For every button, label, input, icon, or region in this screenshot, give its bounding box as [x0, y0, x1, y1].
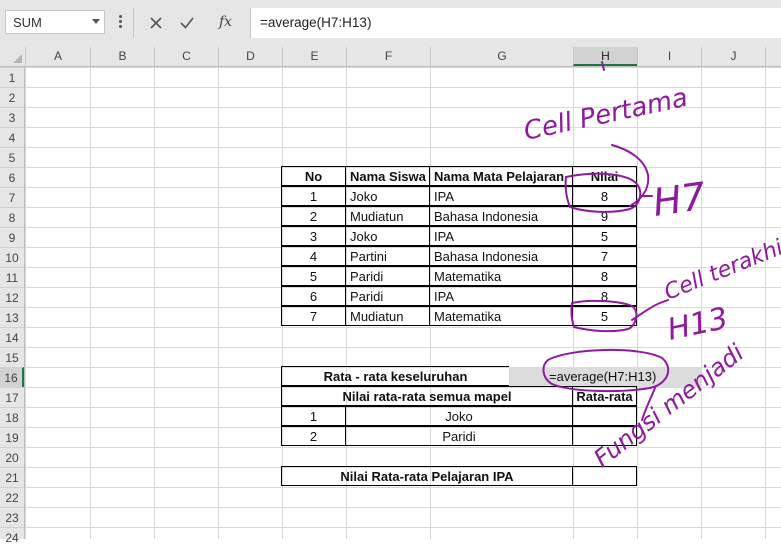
row-header[interactable]: 9	[0, 227, 24, 247]
row-header[interactable]: 8	[0, 207, 24, 227]
row-header[interactable]: 14	[0, 327, 24, 347]
formula-input[interactable]: =average(H7:H13)	[250, 8, 781, 38]
column-header-h[interactable]: H	[573, 47, 637, 66]
row-header[interactable]: 19	[0, 427, 24, 447]
column-header-row: A B C D E F G H I J	[0, 47, 781, 67]
ipa-average-label[interactable]: Nilai Rata-rata Pelajaran IPA	[281, 466, 573, 486]
cell-mapel[interactable]: IPA	[429, 226, 573, 246]
student-name[interactable]: Paridi	[345, 426, 573, 446]
column-header-c[interactable]: C	[154, 47, 218, 66]
select-all-button[interactable]	[0, 47, 25, 66]
ipa-average-value[interactable]	[572, 466, 637, 486]
divider	[133, 8, 134, 38]
row-header[interactable]: 3	[0, 107, 24, 127]
name-box-value: SUM	[13, 15, 42, 30]
row-header[interactable]: 5	[0, 147, 24, 167]
chevron-down-icon[interactable]	[92, 19, 100, 24]
column-header-k[interactable]	[765, 47, 781, 66]
cell-mapel[interactable]: Bahasa Indonesia	[429, 206, 573, 226]
header-no[interactable]: No	[281, 166, 346, 186]
insert-function-button[interactable]: fx	[213, 8, 241, 38]
cell-no[interactable]: 7	[281, 306, 346, 326]
cell-nilai[interactable]: 8	[572, 286, 637, 306]
row-header[interactable]: 12	[0, 287, 24, 307]
cell-nama[interactable]: Mudiatun	[345, 306, 430, 326]
formula-bar: SUM fx =average(H7:H13)	[0, 0, 781, 47]
cell-nama[interactable]: Paridi	[345, 266, 430, 286]
student-name[interactable]: Joko	[345, 406, 573, 426]
cell-nilai[interactable]: 8	[572, 186, 637, 206]
cancel-button[interactable]	[142, 8, 170, 38]
column-header-b[interactable]: B	[90, 47, 154, 66]
enter-button[interactable]	[173, 8, 201, 38]
column-header-d[interactable]: D	[218, 47, 282, 66]
row-header-column: 1 2 3 4 5 6 7 8 9 10 11 12 13 14 15 16 17 18 19 20 21 22 23 24	[0, 67, 25, 545]
row-header[interactable]: 18	[0, 407, 24, 427]
cell-no[interactable]: 6	[281, 286, 346, 306]
cell-nama[interactable]: Joko	[345, 186, 430, 206]
cell-no[interactable]: 1	[281, 186, 346, 206]
check-icon	[180, 17, 194, 29]
cell-mapel[interactable]: IPA	[429, 186, 573, 206]
row-header[interactable]: 20	[0, 447, 24, 467]
row-header[interactable]: 24	[0, 527, 24, 547]
cell-nama[interactable]: Joko	[345, 226, 430, 246]
header-nilai[interactable]: Nilai	[572, 166, 637, 186]
row-header[interactable]: 6	[0, 167, 24, 187]
more-options-icon[interactable]	[115, 13, 125, 31]
cell-nama[interactable]: Mudiatun	[345, 206, 430, 226]
column-header-i[interactable]: I	[637, 47, 701, 66]
row-header[interactable]: 15	[0, 347, 24, 367]
row-header[interactable]: 11	[0, 267, 24, 287]
per-subject-average-label[interactable]: Nilai rata-rata semua mapel	[281, 386, 573, 406]
row-header[interactable]: 10	[0, 247, 24, 267]
cell-mapel[interactable]: IPA	[429, 286, 573, 306]
cell-no[interactable]: 3	[281, 226, 346, 246]
fx-icon: fx	[219, 14, 233, 30]
header-mata-pelajaran[interactable]: Nama Mata Pelajaran	[429, 166, 573, 186]
column-header-a[interactable]: A	[25, 47, 90, 66]
cell-nama[interactable]: Partini	[345, 246, 430, 266]
cell-no[interactable]: 2	[281, 206, 346, 226]
formula-text: =average(H7:H13)	[260, 15, 372, 30]
close-icon	[150, 17, 162, 29]
cell-mapel[interactable]: Matematika	[429, 266, 573, 286]
cell-no[interactable]: 5	[281, 266, 346, 286]
cell-nilai[interactable]: 7	[572, 246, 637, 266]
row-header[interactable]: 1	[0, 67, 24, 87]
overall-average-label[interactable]: Rata - rata keseluruhan	[281, 366, 509, 386]
cell-mapel[interactable]: Matematika	[429, 306, 573, 326]
row-header[interactable]: 23	[0, 507, 24, 527]
student-average[interactable]	[572, 426, 637, 446]
column-header-j[interactable]: J	[701, 47, 765, 66]
cell-mapel[interactable]: Bahasa Indonesia	[429, 246, 573, 266]
row-header[interactable]: 22	[0, 487, 24, 507]
row-header[interactable]: 2	[0, 87, 24, 107]
name-box[interactable]: SUM	[5, 10, 105, 34]
rata-rata-header[interactable]: Rata-rata	[572, 386, 637, 406]
row-header[interactable]: 21	[0, 467, 24, 487]
cell-nilai[interactable]: 9	[572, 206, 637, 226]
column-header-g[interactable]: G	[430, 47, 573, 66]
cell-nilai[interactable]: 5	[572, 226, 637, 246]
row-header[interactable]: 4	[0, 127, 24, 147]
student-no[interactable]: 1	[281, 406, 346, 426]
column-header-f[interactable]: F	[346, 47, 430, 66]
active-cell-editing[interactable]: =average(H7:H13)	[549, 367, 679, 387]
row-header[interactable]: 17	[0, 387, 24, 407]
cell-nilai[interactable]: 5	[572, 306, 637, 326]
cell-nilai[interactable]: 8	[572, 266, 637, 286]
student-no[interactable]: 2	[281, 426, 346, 446]
student-average[interactable]	[572, 406, 637, 426]
row-header[interactable]: 16	[0, 367, 24, 387]
row-header[interactable]: 7	[0, 187, 24, 207]
row-header[interactable]: 13	[0, 307, 24, 327]
cell-nama[interactable]: Paridi	[345, 286, 430, 306]
column-header-e[interactable]: E	[282, 47, 346, 66]
cell-no[interactable]: 4	[281, 246, 346, 266]
header-nama-siswa[interactable]: Nama Siswa	[345, 166, 430, 186]
